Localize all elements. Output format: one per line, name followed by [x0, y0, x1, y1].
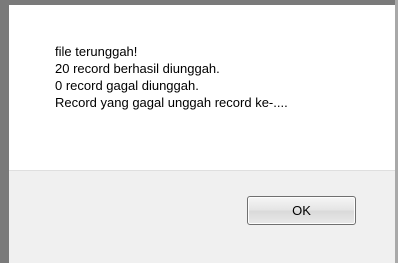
dialog-content: file terunggah! 20 record berhasil diung…: [9, 5, 395, 170]
ok-button[interactable]: OK: [247, 196, 356, 225]
dialog-message: file terunggah! 20 record berhasil diung…: [55, 43, 288, 111]
message-line-4: Record yang gagal unggah record ke-....: [55, 95, 288, 110]
dialog-frame-left: [0, 0, 9, 263]
message-line-1: file terunggah!: [55, 44, 138, 59]
dialog-button-bar: OK: [9, 170, 395, 263]
alert-dialog: file terunggah! 20 record berhasil diung…: [0, 0, 398, 263]
message-line-3: 0 record gagal diunggah.: [55, 78, 199, 93]
message-line-2: 20 record berhasil diunggah.: [55, 61, 220, 76]
